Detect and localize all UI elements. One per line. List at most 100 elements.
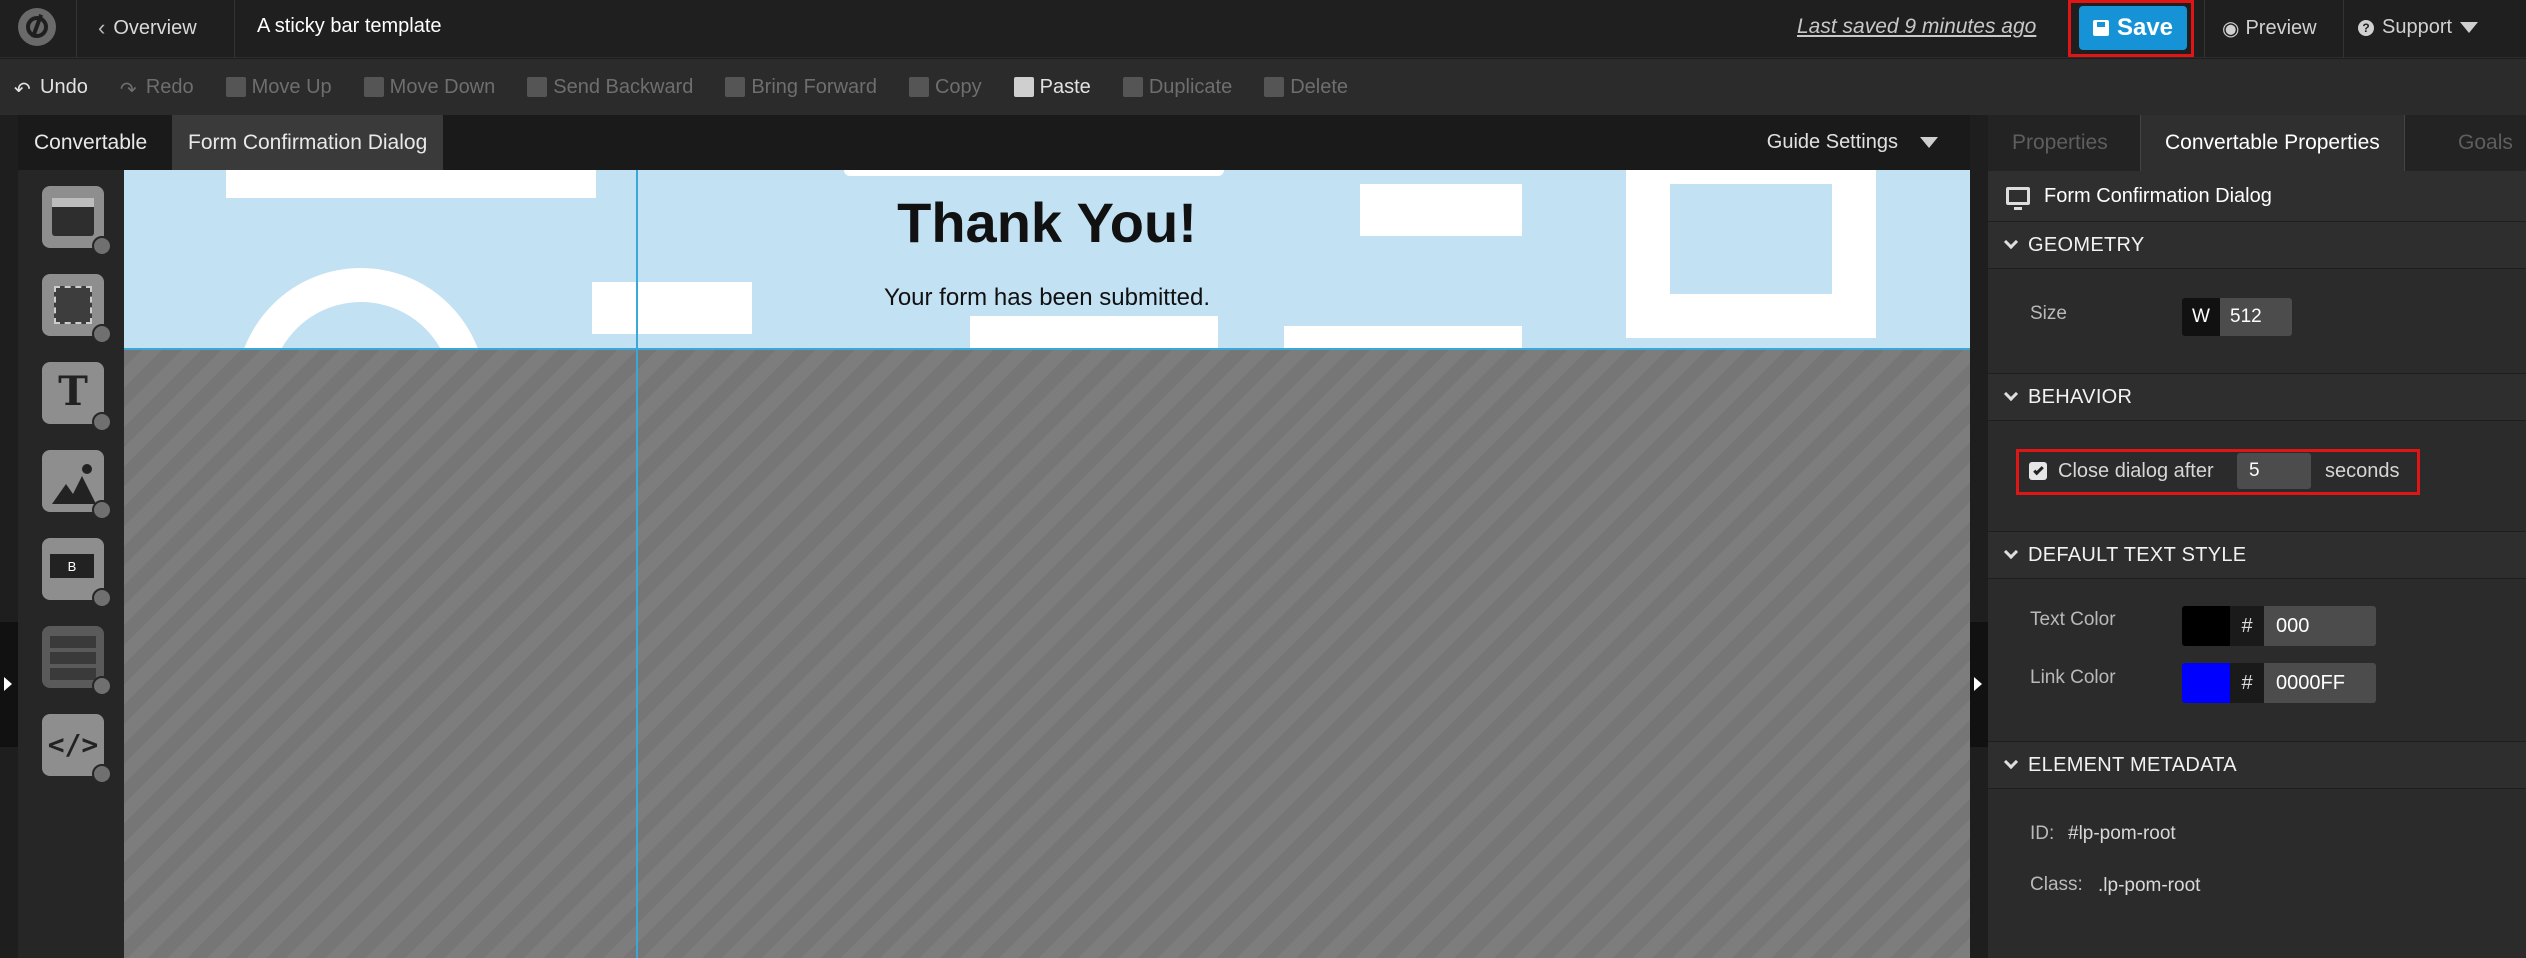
copy-button[interactable]: Copy <box>908 75 982 99</box>
move-up-button[interactable]: Move Up <box>225 76 332 99</box>
caret-down-icon <box>2460 22 2479 33</box>
bring-forward-label: Bring Forward <box>751 75 877 98</box>
form-confirmation-dialog[interactable]: Thank You! Your form has been submitted. <box>124 170 1970 350</box>
left-drawer-toggle[interactable] <box>0 622 18 747</box>
id-label: ID: <box>2030 823 2055 844</box>
close-dialog-label: Close dialog after <box>2058 460 2214 482</box>
text-color-value[interactable]: 000 <box>2264 606 2376 646</box>
copy-icon <box>908 77 929 97</box>
hash-prefix: # <box>2230 606 2264 646</box>
caret-down-icon <box>1920 137 1938 148</box>
custom-html-widget-icon[interactable]: </> <box>42 714 112 784</box>
delete-icon <box>1264 77 1285 97</box>
close-dialog-checkbox[interactable] <box>2029 462 2047 480</box>
link-color-label: Link Color <box>2030 667 2116 688</box>
text-color-field[interactable]: # 000 <box>2182 606 2376 646</box>
widget-sidebar: T B </> <box>18 170 124 958</box>
copy-label: Copy <box>934 75 982 98</box>
page-canvas[interactable]: Thank You! Your form has been submitted. <box>124 170 1970 958</box>
edit-toolbar: ↶ Undo ↷ Redo Move Up Move Down Send Backw… <box>0 59 2526 115</box>
redo-label: Redo <box>145 75 194 98</box>
undo-button[interactable]: ↶ Undo <box>14 76 88 102</box>
send-backward-icon <box>527 77 548 97</box>
move-down-label: Move Down <box>389 75 496 98</box>
box-widget-icon[interactable] <box>42 274 112 344</box>
guide-settings-dropdown[interactable]: Guide Settings <box>1767 115 1970 170</box>
tab-convertable[interactable]: Convertable <box>18 115 163 170</box>
duplicate-icon <box>1122 77 1143 97</box>
editor-area: Convertable Form Confirmation Dialog Gui… <box>18 115 1970 958</box>
support-menu[interactable]: ? Support <box>2358 16 2479 39</box>
button-widget-icon[interactable]: B <box>42 538 112 608</box>
divider <box>234 0 235 58</box>
link-color-value[interactable]: 0000FF <box>2264 663 2376 703</box>
duplicate-label: Duplicate <box>1148 75 1233 98</box>
divider <box>2343 0 2344 58</box>
geometry-section-header[interactable]: GEOMETRY <box>1988 221 2526 269</box>
move-up-icon <box>225 77 246 97</box>
width-value[interactable]: 512 <box>2220 298 2292 336</box>
monitor-icon <box>2006 187 2030 210</box>
section-widget-icon[interactable] <box>42 186 112 256</box>
send-backward-button[interactable]: Send Backward <box>527 76 693 99</box>
guide-settings-label: Guide Settings <box>1766 131 1898 153</box>
last-saved-link[interactable]: Last saved 9 minutes ago <box>1797 15 2036 39</box>
hash-prefix: # <box>2230 663 2264 703</box>
link-color-field[interactable]: # 0000FF <box>2182 663 2376 703</box>
save-label: Save <box>2116 14 2174 41</box>
behavior-section-header[interactable]: BEHAVIOR <box>1988 373 2526 421</box>
geometry-label: GEOMETRY <box>2028 233 2145 256</box>
chevron-down-icon <box>2003 544 2019 560</box>
form-widget-icon[interactable] <box>42 626 112 696</box>
tab-properties[interactable]: Properties <box>1988 115 2132 171</box>
element-header: Form Confirmation Dialog <box>1988 171 2526 221</box>
app-logo-icon[interactable] <box>18 8 56 46</box>
tab-goals[interactable]: Goals <box>2434 115 2526 171</box>
eye-icon: ◉ <box>2222 18 2240 40</box>
bring-forward-icon <box>725 77 746 97</box>
save-button[interactable]: Save <box>2079 6 2187 50</box>
paste-icon <box>1013 77 1034 97</box>
behavior-label: BEHAVIOR <box>2028 385 2133 408</box>
page-title[interactable]: A sticky bar template <box>257 15 442 38</box>
move-down-button[interactable]: Move Down <box>363 75 496 99</box>
duplicate-button[interactable]: Duplicate <box>1122 75 1233 99</box>
metadata-section-header[interactable]: ELEMENT METADATA <box>1988 741 2526 789</box>
class-label: Class: <box>2030 874 2083 895</box>
chevron-down-icon <box>2003 234 2019 250</box>
move-down-icon <box>363 77 384 97</box>
divider <box>2204 0 2205 58</box>
chevron-down-icon <box>2003 386 2019 402</box>
width-field[interactable]: W 512 <box>2182 298 2292 336</box>
bring-forward-button[interactable]: Bring Forward <box>725 76 877 99</box>
element-title: Form Confirmation Dialog <box>2044 184 2272 207</box>
editor-tabs: Convertable Form Confirmation Dialog Gui… <box>18 115 1970 170</box>
text-color-swatch[interactable] <box>2182 606 2230 646</box>
size-label: Size <box>2030 303 2067 324</box>
overview-back-link[interactable]: ‹ Overview <box>98 15 197 41</box>
guide-line[interactable] <box>636 170 638 958</box>
text-color-label: Text Color <box>2030 609 2116 630</box>
preview-button[interactable]: ◉ Preview <box>2222 16 2317 41</box>
redo-button[interactable]: ↷ Redo <box>120 75 194 102</box>
paste-button[interactable]: Paste <box>1013 75 1091 99</box>
support-label: Support <box>2382 16 2453 38</box>
delete-button[interactable]: Delete <box>1264 76 1348 99</box>
dialog-subtext[interactable]: Your form has been submitted. <box>124 284 1970 312</box>
text-style-section-header[interactable]: DEFAULT TEXT STYLE <box>1988 531 2526 579</box>
dialog-heading[interactable]: Thank You! <box>124 190 1970 255</box>
image-widget-icon[interactable] <box>42 450 112 520</box>
question-icon: ? <box>2358 19 2374 36</box>
arrow-right-icon <box>4 677 12 691</box>
chevron-left-icon: ‹ <box>98 15 106 40</box>
paste-label: Paste <box>1039 75 1091 98</box>
width-prefix: W <box>2182 298 2220 336</box>
overview-label: Overview <box>113 16 197 39</box>
right-drawer-toggle[interactable] <box>1970 622 1988 747</box>
arrow-right-icon <box>1974 677 1982 691</box>
tab-form-confirmation-dialog[interactable]: Form Confirmation Dialog <box>172 115 444 170</box>
tab-convertable-properties[interactable]: Convertable Properties <box>2140 115 2405 171</box>
link-color-swatch[interactable] <box>2182 663 2230 703</box>
close-seconds-input[interactable]: 5 <box>2237 453 2311 489</box>
text-widget-icon[interactable]: T <box>42 362 112 432</box>
